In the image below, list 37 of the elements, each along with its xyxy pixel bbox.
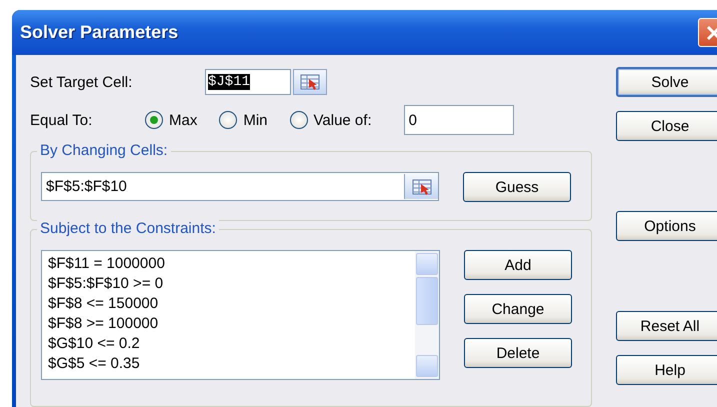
field-label: Set Target Cell: bbox=[30, 74, 134, 90]
scroll-thumb[interactable] bbox=[416, 277, 438, 325]
constraints-list[interactable]: $F$11 = 1000000 $F$5:$F$10 >= 0 $F$8 <= 150000 $F$8 >= 100000 $G$10 <= 0.2 $G$5 <= 0.35 bbox=[41, 250, 440, 380]
radio-label: Value of: bbox=[314, 112, 372, 128]
target-cell-field[interactable]: $J$11 bbox=[205, 69, 291, 95]
list-item[interactable]: $F$11 = 1000000 bbox=[48, 254, 409, 274]
radio-button[interactable] bbox=[219, 111, 238, 129]
dialog-button[interactable]: Options bbox=[616, 211, 717, 241]
range-picker-button[interactable] bbox=[404, 174, 438, 199]
list-item[interactable]: $G$10 <= 0.2 bbox=[48, 334, 409, 354]
list-item[interactable]: $F$5:$F$10 >= 0 bbox=[48, 274, 409, 294]
window-title: Solver Parameters bbox=[20, 22, 178, 43]
changing-cells-field[interactable]: $F$5:$F$10 bbox=[41, 172, 439, 201]
group-label: By Changing Cells: bbox=[37, 142, 171, 159]
radio-button[interactable] bbox=[290, 111, 308, 129]
dialog-button[interactable]: Close bbox=[616, 111, 717, 141]
list-item[interactable]: $G$5 <= 0.35 bbox=[48, 354, 409, 374]
guess-button[interactable]: Guess bbox=[463, 172, 571, 202]
group-label: Subject to the Constraints: bbox=[37, 220, 219, 237]
scrollbar[interactable] bbox=[415, 251, 439, 379]
grid-arrow-icon bbox=[300, 74, 320, 90]
constraint-button[interactable]: Change bbox=[464, 294, 572, 324]
radio-button[interactable] bbox=[145, 111, 163, 129]
radio-label: Max bbox=[169, 112, 198, 128]
dialog-button[interactable]: Solve bbox=[616, 67, 717, 97]
field-label: Equal To: bbox=[30, 112, 94, 128]
range-picker-button[interactable] bbox=[293, 69, 327, 95]
constraint-button[interactable]: Delete bbox=[464, 338, 572, 368]
list-item[interactable]: $F$8 <= 150000 bbox=[48, 294, 409, 314]
grid-arrow-icon bbox=[412, 178, 432, 194]
dialog-button[interactable]: Reset All bbox=[616, 311, 717, 341]
radio-label: Min bbox=[243, 112, 268, 128]
dialog-button[interactable]: Help bbox=[616, 355, 717, 385]
value-field[interactable]: 0 bbox=[404, 105, 514, 135]
field-value: $F$5:$F$10 bbox=[46, 178, 127, 195]
constraint-button[interactable]: Add bbox=[464, 250, 572, 280]
list-item[interactable]: $F$8 >= 100000 bbox=[48, 314, 409, 334]
